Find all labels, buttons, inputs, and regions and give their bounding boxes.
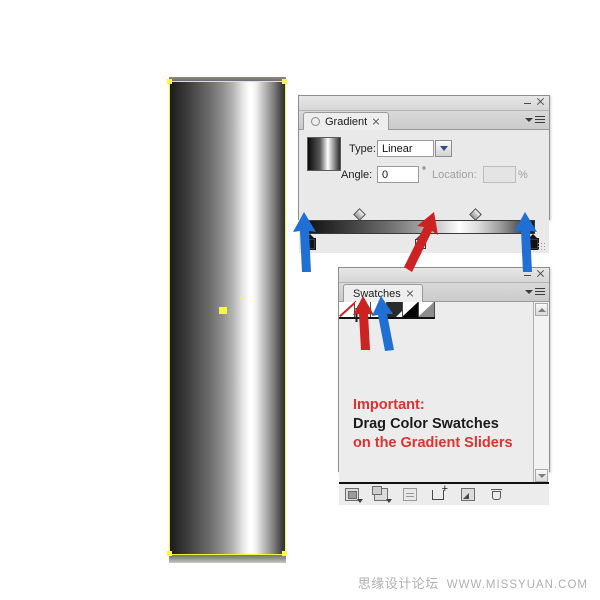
note-line-2: Drag Color Swatches <box>353 416 499 432</box>
tab-swatches[interactable]: Swatches <box>343 284 423 302</box>
minimize-icon[interactable] <box>524 102 531 104</box>
type-label: Type: <box>349 143 376 155</box>
angle-label: Angle: <box>341 169 373 181</box>
watermark: 思缘设计论坛 WWW.MISSYUAN.COM <box>358 573 588 592</box>
swatches-panel-body: Important: Drag Color Swatches on the Gr… <box>339 302 549 505</box>
swatches-panel[interactable]: Swatches Important: Drag Color Swatches … <box>338 267 550 505</box>
swatches-window-buttons <box>524 268 545 278</box>
angle-input[interactable]: 0 <box>377 166 419 183</box>
swatch-black[interactable] <box>403 302 419 317</box>
swatches-panel-titlebar[interactable] <box>339 268 549 283</box>
degree-symbol: ° <box>422 166 426 177</box>
swatches-footer-toolbar <box>339 482 549 505</box>
gradient-window-buttons <box>524 96 545 106</box>
hamburger-icon <box>535 288 545 295</box>
anchor-point-bottom-left[interactable] <box>167 551 172 556</box>
chevron-down-icon <box>525 117 533 122</box>
gradient-panel[interactable]: Gradient Type: Linear Angle: 0 ° Locatio… <box>298 95 550 253</box>
close-icon[interactable] <box>536 97 545 106</box>
hamburger-icon <box>535 116 545 123</box>
swatch-white[interactable] <box>371 302 387 317</box>
gradient-stop-left[interactable] <box>303 234 316 250</box>
gradient-panel-body: Type: Linear Angle: 0 ° Location: % <box>299 130 549 253</box>
watermark-url: WWW.MISSYUAN.COM <box>446 579 588 591</box>
swatch-none[interactable] <box>339 302 355 317</box>
tab-gradient-label: Gradient <box>325 115 368 128</box>
resize-grip-icon[interactable] <box>537 242 546 251</box>
scroll-up-icon[interactable] <box>535 303 548 316</box>
cylinder-bottom-cap <box>169 554 286 563</box>
swatches-tab-row: Swatches <box>339 283 549 302</box>
new-color-group-icon[interactable] <box>432 484 448 501</box>
percent-symbol: % <box>518 169 528 181</box>
swatch-registration[interactable] <box>355 302 371 317</box>
anchor-point-bottom-right[interactable] <box>282 551 287 556</box>
gradient-midpoint-1[interactable] <box>353 208 366 221</box>
close-icon[interactable] <box>536 269 545 278</box>
tab-gradient[interactable]: Gradient <box>303 112 390 130</box>
scroll-down-icon[interactable] <box>535 469 548 482</box>
tab-close-icon[interactable] <box>406 290 414 298</box>
location-input[interactable] <box>483 166 516 183</box>
swatch-gray[interactable] <box>419 302 435 317</box>
gradient-center-dot <box>240 297 243 300</box>
chevron-down-icon <box>525 289 533 294</box>
note-line-1: Important: <box>353 397 425 413</box>
gradient-tab-row: Gradient <box>299 111 549 130</box>
instruction-note: Important: Drag Color Swatches on the Gr… <box>353 396 513 453</box>
gradient-midpoint-2[interactable] <box>469 208 482 221</box>
color-group-icon[interactable] <box>372 486 392 503</box>
gradient-ramp[interactable] <box>307 220 535 234</box>
cylinder-top-cap <box>169 77 286 81</box>
anchor-point-top-right[interactable] <box>282 79 287 84</box>
watermark-site-name: 思缘设计论坛 <box>357 576 439 591</box>
gradient-type-dropdown-arrow[interactable] <box>435 140 452 157</box>
swatch-group-icon[interactable] <box>345 488 363 503</box>
swatch-strip <box>339 302 435 319</box>
swatches-panel-menu-button[interactable] <box>525 285 545 298</box>
gradient-tab-dot-icon <box>311 117 320 126</box>
cylinder-gradient-fill[interactable] <box>170 82 285 554</box>
artboard-artwork <box>167 77 287 563</box>
note-line-3: on the Gradient Sliders <box>353 435 513 451</box>
swatches-scrollbar[interactable] <box>533 302 549 483</box>
gradient-panel-menu-button[interactable] <box>525 113 545 126</box>
gradient-stop-center[interactable] <box>415 234 426 249</box>
gradient-preview-swatch[interactable] <box>307 137 341 171</box>
swatch-dark[interactable] <box>387 302 403 317</box>
gradient-type-select[interactable]: Linear <box>377 140 434 157</box>
tab-close-icon[interactable] <box>372 118 380 126</box>
location-label: Location: <box>432 169 477 181</box>
gradient-panel-titlebar[interactable] <box>299 96 549 111</box>
tab-swatches-label: Swatches <box>353 287 401 300</box>
gradient-center-marker[interactable] <box>219 307 227 314</box>
minimize-icon[interactable] <box>524 274 531 276</box>
anchor-point-top-left[interactable] <box>167 79 172 84</box>
show-options-icon[interactable] <box>403 488 417 501</box>
new-swatch-icon[interactable] <box>461 488 475 501</box>
delete-swatch-icon[interactable] <box>490 488 504 501</box>
